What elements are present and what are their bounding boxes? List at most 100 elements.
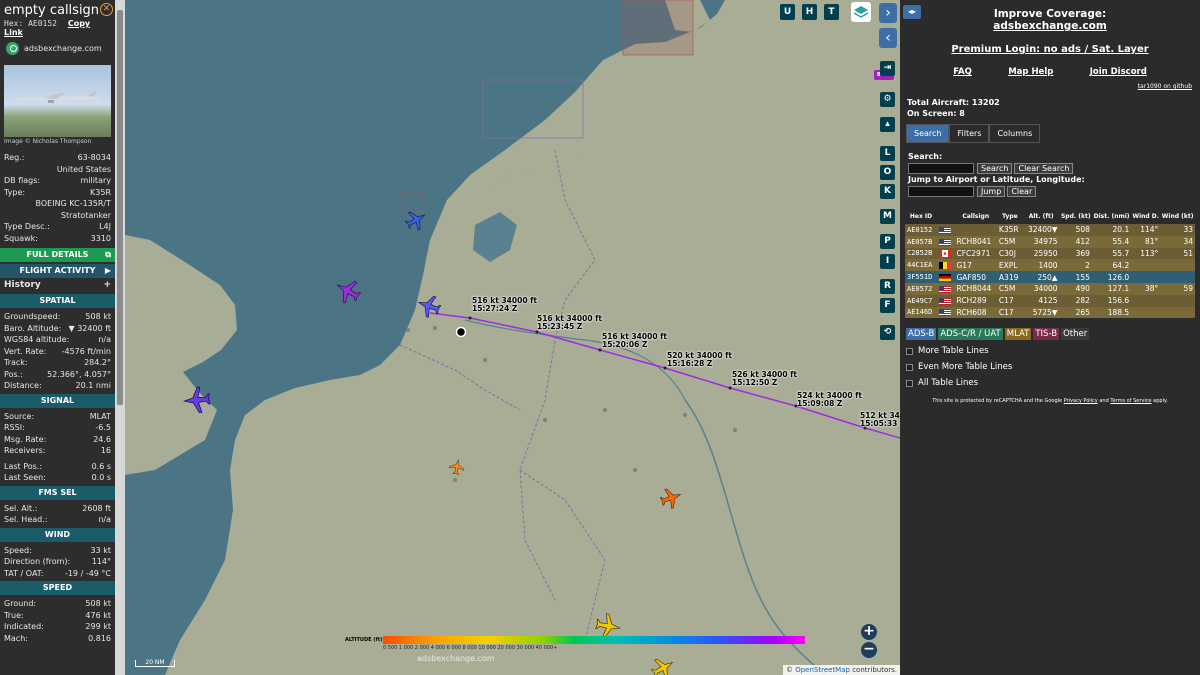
- full-details-button[interactable]: FULL DETAILS ⧉: [0, 248, 115, 262]
- cell-hex: AE0572: [905, 282, 938, 295]
- zoom-in-button[interactable]: +: [861, 624, 877, 640]
- track-label: 512 kt 3415:05:33 Z: [860, 411, 900, 428]
- table-row[interactable]: C2852B CFC2971 C30J 25950 369 55.7 113° 51: [905, 247, 1195, 260]
- selected-aircraft-icon[interactable]: [417, 294, 441, 318]
- faq-link[interactable]: FAQ: [953, 67, 972, 77]
- openstreetmap-link[interactable]: OpenStreetMap: [795, 666, 850, 674]
- info-value: n/a: [98, 335, 111, 344]
- improve-coverage-link[interactable]: adsbexchange.com: [900, 20, 1200, 32]
- toggle-sidebar-button[interactable]: ◂▸: [903, 5, 921, 19]
- info-key: DB flags:: [4, 176, 41, 185]
- table-lines-option[interactable]: More Table Lines: [900, 346, 1200, 356]
- aircraft-icon[interactable]: [449, 459, 465, 475]
- cell-type: C5M: [996, 282, 1023, 295]
- flight-activity-button[interactable]: FLIGHT ACTIVITY ▶: [0, 264, 115, 278]
- table-lines-option[interactable]: Even More Table Lines: [900, 362, 1200, 372]
- map-base: [125, 0, 900, 675]
- premium-login-link[interactable]: Premium Login: no ads / Sat. Layer: [900, 44, 1200, 55]
- table-row[interactable]: AE057B RCH8041 C5M 34975 412 55.4 81° 34: [905, 235, 1195, 248]
- source-filter-tis-b[interactable]: TIS-B: [1033, 328, 1060, 341]
- table-lines-option[interactable]: All Table Lines: [900, 378, 1200, 388]
- tab-search[interactable]: Search: [906, 124, 950, 143]
- column-header[interactable]: Type: [996, 209, 1023, 224]
- map-help-link[interactable]: Map Help: [1008, 67, 1053, 77]
- table-row[interactable]: AE0152 K35R 32400▼ 508 20.1 114° 33: [905, 224, 1195, 236]
- source-filter-ads-b[interactable]: ADS-B: [906, 328, 937, 341]
- column-header[interactable]: [937, 209, 955, 224]
- join-discord-link[interactable]: Join Discord: [1090, 67, 1147, 77]
- jump-button[interactable]: Jump: [977, 186, 1006, 197]
- jump-input[interactable]: [908, 186, 974, 197]
- search-input[interactable]: [908, 163, 974, 174]
- table-row[interactable]: AE49C7 RCH289 C17 4125 282 156.6: [905, 294, 1195, 307]
- info-row: True: 476 kt: [0, 610, 115, 622]
- checkbox[interactable]: [906, 363, 913, 371]
- column-header[interactable]: Hex ID: [905, 209, 938, 224]
- source-filter-mlat[interactable]: MLAT: [1004, 328, 1032, 341]
- tab-filters[interactable]: Filters: [949, 124, 990, 143]
- layers-button[interactable]: [851, 2, 871, 22]
- column-header[interactable]: Dist. (nmi): [1091, 209, 1132, 224]
- column-header[interactable]: Alt. (ft): [1022, 209, 1060, 224]
- toggle-f-button[interactable]: F: [880, 298, 895, 313]
- table-row[interactable]: AE0572 RCH8044 C5M 34000 490 127.1 38° 59: [905, 282, 1195, 295]
- adsbx-link[interactable]: adsbexchange.com: [0, 38, 115, 59]
- enter-button[interactable]: ⇥: [880, 61, 895, 76]
- history-label: History: [4, 280, 41, 290]
- altitude-chart-button[interactable]: ▴: [880, 117, 895, 132]
- clear-button[interactable]: Clear: [1007, 186, 1037, 197]
- table-row[interactable]: 3F551D GAF850 A319 250▲ 155 126.0: [905, 271, 1195, 283]
- privacy-policy-link[interactable]: Privacy Policy: [1064, 398, 1098, 404]
- map-view[interactable]: 516 kt 34000 ft 15:27:24 Z 516 kt 34000 f…: [125, 0, 900, 675]
- column-header[interactable]: Spd. (kt): [1059, 209, 1092, 224]
- aircraft-icon[interactable]: [660, 487, 682, 509]
- toggle-i-button[interactable]: I: [880, 254, 895, 269]
- aircraft-icon[interactable]: [183, 386, 211, 414]
- toggle-h-button[interactable]: H: [802, 4, 817, 20]
- checkbox[interactable]: [906, 379, 913, 387]
- aircraft-icon[interactable]: [335, 278, 361, 304]
- plus-icon[interactable]: +: [103, 280, 111, 290]
- toggle-k-button[interactable]: K: [880, 184, 895, 199]
- aircraft-photo[interactable]: [4, 65, 111, 137]
- table-row[interactable]: AE146D RCH608 C17 5725▼ 265 188.5: [905, 306, 1195, 319]
- column-header[interactable]: Wind (kt): [1160, 209, 1195, 224]
- chevron-left-button[interactable]: ‹: [879, 28, 897, 48]
- cell-dist: 55.4: [1091, 235, 1132, 248]
- aircraft-icon[interactable]: [405, 209, 427, 231]
- search-button[interactable]: Search: [977, 163, 1013, 174]
- tab-columns[interactable]: Columns: [989, 124, 1041, 143]
- info-value: 3310: [90, 233, 111, 243]
- toggle-r-button[interactable]: R: [880, 279, 895, 294]
- toggle-u-button[interactable]: U: [780, 4, 795, 20]
- replay-button[interactable]: ⟲: [880, 325, 895, 340]
- zoom-out-button[interactable]: −: [861, 642, 877, 658]
- cell-hex: AE0152: [905, 224, 938, 236]
- toggle-t-button[interactable]: T: [824, 4, 839, 20]
- column-header[interactable]: Callsign: [954, 209, 997, 224]
- aircraft-icon[interactable]: [651, 656, 675, 675]
- column-header[interactable]: Wind D.: [1131, 209, 1161, 224]
- left-panel-scrollbar[interactable]: [115, 0, 125, 675]
- close-icon[interactable]: ✕: [100, 3, 113, 16]
- toggle-p-button[interactable]: P: [880, 234, 895, 249]
- source-filter-other[interactable]: Other: [1061, 328, 1090, 341]
- settings-button[interactable]: ⚙: [880, 92, 895, 107]
- flag-cell: [937, 235, 955, 248]
- checkbox[interactable]: [906, 347, 913, 355]
- info-row: Type Desc.: L4J: [0, 221, 115, 233]
- flag-cell: [937, 224, 955, 236]
- toggle-o-button[interactable]: O: [880, 165, 895, 180]
- terms-link[interactable]: Terms of Service: [1110, 398, 1151, 404]
- chevron-right-button[interactable]: ›: [879, 3, 897, 23]
- table-row[interactable]: 44C1EA G17 EXPL 1400 2 64.2: [905, 259, 1195, 272]
- layers-icon: [853, 6, 869, 18]
- toggle-l-button[interactable]: L: [880, 146, 895, 161]
- source-filter-ads-c-r-uat[interactable]: ADS-C/R / UAT: [938, 328, 1003, 341]
- clear-search-button[interactable]: Clear Search: [1014, 163, 1074, 174]
- toggle-m-button[interactable]: M: [880, 209, 895, 224]
- info-value: 476 kt: [85, 610, 111, 620]
- scrollbar-thumb[interactable]: [117, 10, 123, 405]
- tar1090-link[interactable]: tar1090 on github: [900, 83, 1200, 90]
- history-row[interactable]: History +: [0, 278, 115, 292]
